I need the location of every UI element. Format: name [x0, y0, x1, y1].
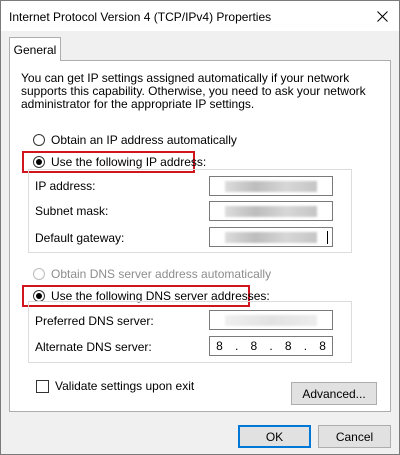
- dialog-window: Internet Protocol Version 4 (TCP/IPv4) P…: [0, 0, 400, 455]
- close-button[interactable]: [371, 5, 393, 27]
- ok-button[interactable]: OK: [238, 425, 311, 448]
- ip-address-field[interactable]: [209, 176, 333, 196]
- advanced-button[interactable]: Advanced...: [291, 382, 377, 405]
- octet-3: 8: [284, 339, 292, 353]
- advanced-button-label: Advanced...: [302, 386, 366, 401]
- ok-button-label: OK: [265, 429, 284, 444]
- close-icon: [376, 10, 388, 22]
- radio-dns-auto-indicator[interactable]: [33, 268, 45, 280]
- cancel-button-label: Cancel: [335, 429, 374, 444]
- radio-ip-auto-indicator[interactable]: [33, 134, 45, 146]
- subnet-mask-field[interactable]: [209, 201, 333, 221]
- octet-separator: .: [303, 339, 308, 353]
- default-gateway-field[interactable]: [209, 227, 333, 247]
- default-gateway-value-redacted: [225, 231, 317, 243]
- subnet-mask-label: Subnet mask:: [35, 204, 109, 218]
- validate-checkbox-label: Validate settings upon exit: [55, 379, 195, 393]
- subnet-mask-value-redacted: [225, 205, 317, 217]
- preferred-dns-label: Preferred DNS server:: [35, 314, 154, 328]
- title-bar: Internet Protocol Version 4 (TCP/IPv4) P…: [1, 1, 399, 31]
- description-text: You can get IP settings assigned automat…: [21, 71, 366, 111]
- octet-4: 8: [319, 339, 326, 353]
- octet-1: 8: [216, 339, 223, 353]
- octet-2: 8: [250, 339, 258, 353]
- octet-separator: .: [234, 339, 239, 353]
- alternate-dns-label: Alternate DNS server:: [35, 340, 152, 354]
- alternate-dns-octets: 8 . 8 . 8 . 8: [210, 339, 332, 353]
- radio-use-following-ip[interactable]: Use the following IP address:: [33, 155, 206, 169]
- tab-general-label: General: [13, 42, 57, 57]
- ip-address-value-redacted: [225, 180, 317, 192]
- radio-dns-auto-label: Obtain DNS server address automatically: [51, 267, 272, 281]
- validate-settings-checkbox[interactable]: Validate settings upon exit: [36, 379, 194, 393]
- preferred-dns-field[interactable]: [209, 310, 333, 330]
- radio-ip-manual-label: Use the following IP address:: [51, 155, 207, 169]
- ip-address-label: IP address:: [35, 179, 96, 193]
- alternate-dns-field[interactable]: 8 . 8 . 8 . 8: [209, 336, 333, 356]
- cancel-button[interactable]: Cancel: [318, 425, 391, 448]
- validate-checkbox-indicator[interactable]: [36, 379, 49, 393]
- radio-obtain-dns-auto[interactable]: Obtain DNS server address automatically: [33, 267, 271, 281]
- radio-obtain-ip-auto[interactable]: Obtain an IP address automatically: [33, 133, 237, 147]
- preferred-dns-value-redacted: [225, 314, 317, 326]
- window-title: Internet Protocol Version 4 (TCP/IPv4) P…: [9, 10, 272, 24]
- octet-separator: .: [269, 339, 273, 353]
- tab-general[interactable]: General: [9, 37, 61, 61]
- radio-ip-auto-label: Obtain an IP address automatically: [51, 133, 237, 147]
- default-gateway-label: Default gateway:: [35, 231, 125, 245]
- radio-ip-manual-indicator[interactable]: [33, 156, 45, 168]
- text-caret: [327, 231, 328, 244]
